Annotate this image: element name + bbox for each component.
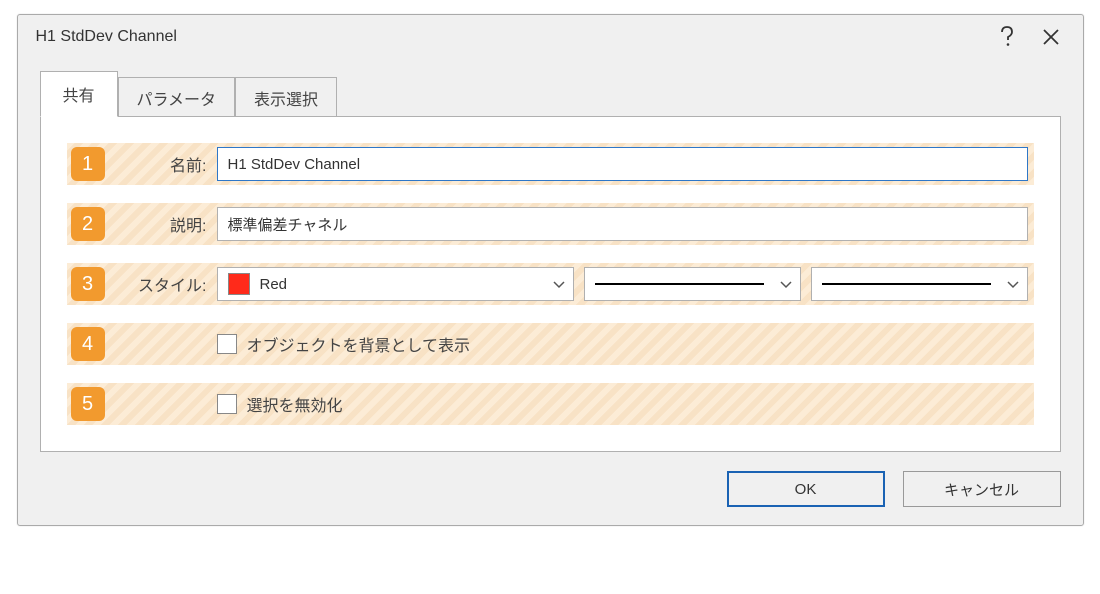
name-input[interactable] xyxy=(217,147,1028,181)
chevron-down-icon xyxy=(772,276,792,293)
background-checkbox-label: オブジェクトを背景として表示 xyxy=(247,332,471,356)
close-icon xyxy=(1042,28,1060,46)
ok-button[interactable]: OK xyxy=(727,471,885,507)
line-style-select[interactable] xyxy=(584,267,801,301)
description-input[interactable] xyxy=(217,207,1028,241)
row-style: 3 スタイル: Red xyxy=(67,263,1034,305)
color-swatch xyxy=(228,273,250,295)
tab-parameters[interactable]: パラメータ xyxy=(118,77,236,118)
dialog-title: H1 StdDev Channel xyxy=(36,28,985,46)
button-bar: OK キャンセル xyxy=(18,453,1083,525)
disable-selection-checkbox-label: 選択を無効化 xyxy=(247,392,343,416)
row-name: 1 名前: xyxy=(67,143,1034,185)
checkbox-icon xyxy=(217,394,237,414)
row-marker-3: 3 xyxy=(71,267,105,301)
label-style: スタイル: xyxy=(117,272,217,296)
line-width-select[interactable] xyxy=(811,267,1028,301)
tabstrip: 共有 パラメータ 表示選択 xyxy=(18,59,1083,117)
background-checkbox[interactable]: オブジェクトを背景として表示 xyxy=(217,332,471,356)
row-background-display: 4 オブジェクトを背景として表示 xyxy=(67,323,1034,365)
help-icon xyxy=(998,26,1016,48)
color-select[interactable]: Red xyxy=(217,267,574,301)
label-description: 説明: xyxy=(117,212,217,236)
row-marker-4: 4 xyxy=(71,327,105,361)
line-style-preview xyxy=(595,283,764,285)
dialog-window: H1 StdDev Channel 共有 パラメータ 表示選択 1 名前: xyxy=(17,14,1084,526)
row-marker-1: 1 xyxy=(71,147,105,181)
color-name: Red xyxy=(260,276,288,293)
tab-panel-share: 1 名前: 2 説明: 3 スタイル: Red xyxy=(40,116,1061,452)
line-width-preview xyxy=(822,283,991,285)
row-marker-2: 2 xyxy=(71,207,105,241)
row-marker-5: 5 xyxy=(71,387,105,421)
disable-selection-checkbox[interactable]: 選択を無効化 xyxy=(217,392,343,416)
tab-share[interactable]: 共有 xyxy=(40,71,118,117)
row-disable-selection: 5 選択を無効化 xyxy=(67,383,1034,425)
checkbox-icon xyxy=(217,334,237,354)
chevron-down-icon xyxy=(999,276,1019,293)
chevron-down-icon xyxy=(545,276,565,293)
tab-display[interactable]: 表示選択 xyxy=(235,77,337,118)
cancel-button[interactable]: キャンセル xyxy=(903,471,1061,507)
row-description: 2 説明: xyxy=(67,203,1034,245)
help-button[interactable] xyxy=(985,15,1029,59)
titlebar: H1 StdDev Channel xyxy=(18,15,1083,59)
close-button[interactable] xyxy=(1029,15,1073,59)
label-name: 名前: xyxy=(117,152,217,176)
